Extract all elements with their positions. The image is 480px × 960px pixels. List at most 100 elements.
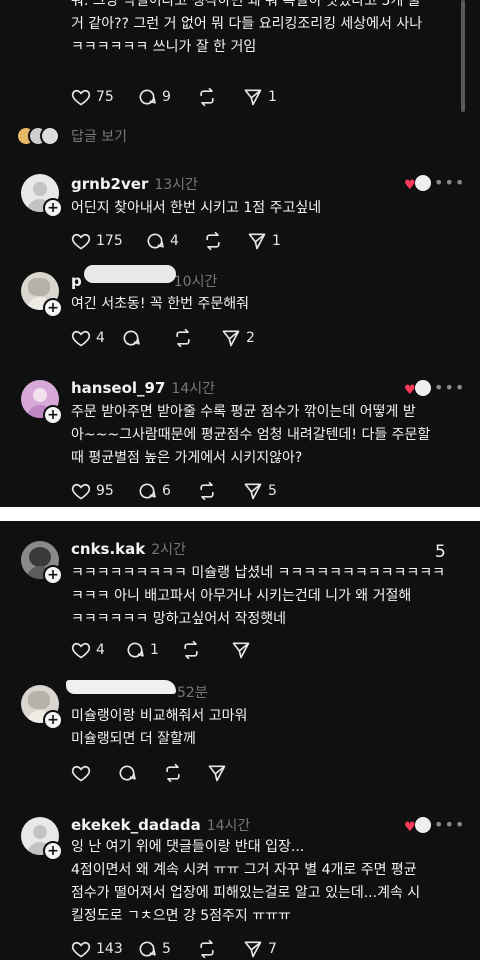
comment-count: 5 [162,941,171,957]
send-icon [244,483,262,500]
follow-plus-icon[interactable]: + [43,298,63,318]
follow-plus-icon[interactable]: + [43,841,63,861]
username[interactable]: grnb2ver 13시간 [71,174,198,194]
post-text-line: 잉 난 여기 위에 댓글들이랑 반대 입장... [71,839,305,855]
timestamp: 13시간 [154,177,198,193]
repost-button[interactable] [181,640,201,660]
comment-button[interactable] [121,328,141,348]
more-options-icon[interactable]: ••• [434,173,465,192]
send-icon [244,941,262,958]
comment-icon [139,941,156,957]
heart-icon: ♥ [404,383,416,398]
send-icon [232,642,250,659]
comment-icon [139,89,156,105]
share-button[interactable] [207,763,227,783]
share-count: 5 [268,483,277,499]
post-text: 잉 난 여기 위에 댓글들이랑 반대 입장... 4점이면서 왜 계속 시켜 ㅠ… [71,836,463,928]
comment-post: + grnb2ver 13시간 ♥ ••• 어딘지 찾아내서 한번 시키고 1점 … [0,165,480,260]
comment-count: 1 [150,642,159,658]
share-button[interactable]: 2 [221,328,255,348]
comment-post: + cnks.kak 2시간 ㅋㅋㅋㅋㅋㅋㅋㅋㅋ 미슐랭 납셨네 ㅋㅋㅋㅋㅋㅋㅋㅋ… [0,535,480,665]
screenshot-panel-2: + cnks.kak 2시간 ㅋㅋㅋㅋㅋㅋㅋㅋㅋ 미슐랭 납셨네 ㅋㅋㅋㅋㅋㅋㅋㅋ… [0,521,480,960]
more-options-icon[interactable]: ••• [434,378,465,397]
share-count: 7 [268,941,277,957]
repost-icon [200,87,214,107]
post-text-line: 어딘지 찾아내서 한번 시키고 1점 주고싶네 [71,200,322,216]
comment-button[interactable]: 4 [145,231,179,251]
more-options-icon[interactable]: ••• [434,815,465,834]
comment-button[interactable] [117,763,137,783]
repost-icon [166,763,180,783]
screenshot-separator [0,507,480,521]
heart-icon [71,233,91,250]
share-count: 1 [268,89,277,105]
timestamp: 10시간 [173,274,218,290]
follow-plus-icon[interactable]: + [43,710,63,730]
comment-button[interactable]: 5 [137,939,171,959]
like-button[interactable]: 175 [71,231,123,251]
post-text: 주문 받아주면 받아줄 수록 평균 점수가 깎이는데 어떻게 받 아~~~그사람… [71,401,463,470]
post-text-line: 아~~~그사람때문에 평균점수 엄청 내려갈텐데! 다들 주문할 [71,427,431,443]
repost-button[interactable] [197,939,217,959]
like-button[interactable]: 75 [71,87,114,107]
repost-button[interactable] [197,87,217,107]
username[interactable]: hanseol_97 14시간 [71,378,215,398]
share-button[interactable]: 7 [243,939,277,959]
share-button[interactable]: 1 [247,231,281,251]
post-text-line: 점수가 떨어져서 업장에 피해있는걸로 알고 있는데...계속 시 [71,885,421,901]
comment-post: + p 10시간 여긴 서초동! 꼭 한번 주문해줘 4 2 [0,262,480,352]
author-liked-badge: ♥ [404,817,431,835]
comment-icon [127,642,144,658]
follow-plus-icon[interactable]: + [43,405,63,425]
follow-plus-icon[interactable]: + [43,198,63,218]
comment-count: 9 [162,89,171,105]
share-count: 2 [246,330,255,346]
timestamp: 2시간 [151,542,186,558]
redaction [84,265,176,283]
post-text-line: 4점이면서 왜 계속 시켜 ㅠㅠ 그거 자꾸 별 4개로 주면 평균 [71,862,417,878]
repost-button[interactable] [163,763,183,783]
timestamp: 52분 [177,685,208,701]
comment-icon [119,765,136,781]
follow-plus-icon[interactable]: + [43,565,63,585]
comment-button[interactable]: 1 [125,640,159,660]
like-button[interactable]: 4 [71,328,105,348]
post-text-line: ㅋㅋㅋㅋㅋㅋ 쓰니가 잘 한 거임 [71,39,257,55]
post-text-line: ㅋㅋㅋㅋㅋㅋㅋㅋㅋ 미슐랭 납셨네 ㅋㅋㅋㅋㅋㅋㅋㅋㅋㅋㅋㅋㅋ [71,565,445,581]
post-text-line: 때 평균별점 높은 가게에서 시키지않아? [71,450,303,466]
comment-icon [139,483,156,499]
username[interactable]: cnks.kak 2시간 [71,539,186,559]
send-icon [244,89,262,106]
like-button[interactable]: 95 [71,481,114,501]
repost-icon [200,939,214,959]
comment-button[interactable]: 6 [137,481,171,501]
like-count: 95 [96,483,114,499]
like-button[interactable]: 4 [71,640,105,660]
share-button[interactable] [231,640,251,660]
like-button[interactable]: 143 [71,939,123,959]
screenshot-panel-1: 줘. 그냥 악질이라고 생각하면 돼 뭐 특별히 맛있다고 5개 줄 거 같아?… [0,0,480,507]
repost-button[interactable] [173,328,193,348]
like-button[interactable] [71,763,91,783]
comment-count: 4 [170,233,179,249]
send-icon [208,765,226,782]
username[interactable]: ekekek_dadada 14시간 [71,815,250,835]
post-text-line: 여긴 서초동! 꼭 한번 주문해줘 [71,296,249,312]
repost-button[interactable] [203,231,223,251]
like-count: 4 [96,330,105,346]
heart-icon [71,642,91,659]
comment-post: + 52분 미슐랭이랑 비교해줘서 고마워 미슐랭되면 더 잘할께 [0,676,480,786]
share-button[interactable]: 1 [243,87,277,107]
repost-button[interactable] [197,481,217,501]
post-text-line: 킬정도로 ㄱㅊ으면 걍 5점주지 ㅠㅠㅠ [71,908,291,924]
post-text-line: 주문 받아주면 받아줄 수록 평균 점수가 깎이는데 어떻게 받 [71,404,416,420]
page-number: 5 [435,542,446,562]
like-count: 4 [96,642,105,658]
share-button[interactable]: 5 [243,481,277,501]
like-count: 143 [96,941,123,957]
post-text: ㅋㅋㅋㅋㅋㅋㅋㅋㅋ 미슐랭 납셨네 ㅋㅋㅋㅋㅋㅋㅋㅋㅋㅋㅋㅋㅋ ㅋㅋㅋ 아니 배… [71,562,463,631]
comment-button[interactable]: 9 [137,87,171,107]
comment-icon [147,233,164,249]
comment-icon [123,330,140,346]
comment-count: 6 [162,483,171,499]
